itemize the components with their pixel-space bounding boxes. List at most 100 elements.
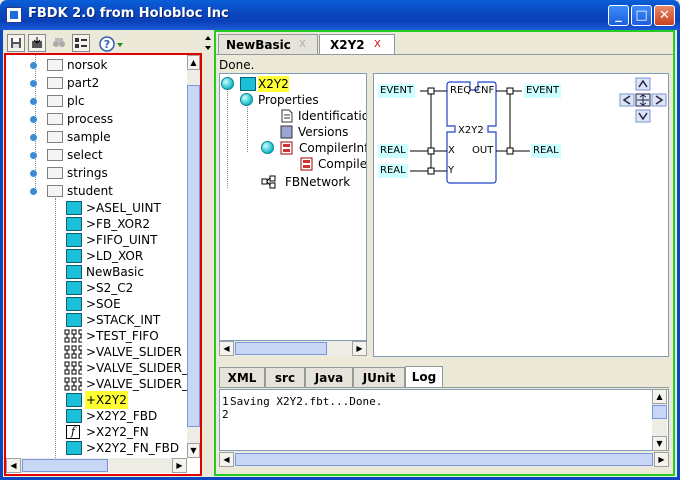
tab-xml[interactable]: XML xyxy=(219,367,265,387)
help-menu-button[interactable]: ? xyxy=(98,35,126,53)
scroll-right-icon[interactable]: ▶ xyxy=(172,458,187,473)
expand-handle-icon[interactable] xyxy=(30,134,37,141)
expand-handle-icon[interactable] xyxy=(30,98,37,105)
structure-horizontal-scrollbar[interactable]: ◀ ▶ xyxy=(219,341,367,356)
pan-navigation-control[interactable] xyxy=(618,77,668,127)
function-block-icon xyxy=(66,249,82,263)
status-text: Done. xyxy=(219,58,255,72)
scroll-thumb[interactable] xyxy=(652,405,667,419)
file-tree: norsok part2 plc process sample select s… xyxy=(6,55,188,458)
splitter[interactable] xyxy=(204,31,212,477)
event-input-type: EVENT xyxy=(378,84,416,98)
block-name-label: X2Y2 xyxy=(458,125,484,136)
scroll-left-icon[interactable]: ◀ xyxy=(219,341,234,356)
folder-icon xyxy=(47,131,63,143)
x-pin-label[interactable]: X xyxy=(446,144,457,158)
scroll-up-icon[interactable]: ▲ xyxy=(187,55,200,70)
scroll-thumb[interactable] xyxy=(235,342,327,355)
find-icon[interactable] xyxy=(50,34,68,52)
out-pin-label[interactable]: OUT xyxy=(470,144,495,158)
cnf-pin-label[interactable]: CNF xyxy=(472,84,496,98)
scroll-up-icon[interactable]: ▲ xyxy=(652,389,667,404)
scroll-down-icon[interactable]: ▼ xyxy=(652,436,667,451)
tree-horizontal-scrollbar[interactable]: ◀ ▶ xyxy=(6,458,187,473)
function-block-icon xyxy=(66,409,82,423)
real-input-type-y: REAL xyxy=(378,164,408,178)
scroll-thumb[interactable] xyxy=(235,453,653,466)
network-icon xyxy=(64,361,82,375)
scroll-right-icon[interactable]: ▶ xyxy=(352,341,367,356)
bottom-tab-underline xyxy=(219,387,669,388)
window-title: FBDK 2.0 from Holobloc Inc xyxy=(28,6,229,21)
expand-handle-icon[interactable] xyxy=(30,116,37,123)
function-block-icon xyxy=(66,201,82,215)
maximize-button[interactable]: □ xyxy=(631,5,652,26)
folder-icon xyxy=(47,95,63,107)
scroll-thumb[interactable] xyxy=(187,85,200,427)
tab-underline xyxy=(216,54,673,55)
function-icon: f xyxy=(66,425,80,439)
scroll-left-icon[interactable]: ◀ xyxy=(6,458,21,473)
log-line: Saving X2Y2.fbt...Done. xyxy=(230,395,383,408)
open-folder-icon xyxy=(47,185,63,197)
expand-handle-icon[interactable] xyxy=(30,152,37,159)
log-panel[interactable]: 1 2 Saving X2Y2.fbt...Done. xyxy=(219,389,669,451)
tab-close-icon[interactable]: X xyxy=(299,35,306,55)
req-pin-label[interactable]: REQ xyxy=(448,84,473,98)
collapse-handle-icon[interactable] xyxy=(30,188,37,195)
expand-handle-icon[interactable] xyxy=(221,77,234,90)
function-block-icon xyxy=(66,217,82,231)
tab-java[interactable]: Java xyxy=(305,367,353,387)
function-block-icon xyxy=(66,441,82,455)
log-vertical-scrollbar[interactable]: ▲ ▼ xyxy=(652,389,667,451)
log-horizontal-scrollbar[interactable]: ◀ ▶ xyxy=(219,452,669,467)
minimize-button[interactable]: _ xyxy=(608,5,629,26)
tab-junit[interactable]: JUnit xyxy=(353,367,405,387)
compiler-icon xyxy=(300,157,313,171)
function-block-icon xyxy=(66,281,82,295)
expand-handle-icon[interactable] xyxy=(30,170,37,177)
window-frame-left xyxy=(0,30,3,480)
network-icon xyxy=(64,377,82,391)
expand-handle-icon[interactable] xyxy=(240,93,253,106)
function-block-icon xyxy=(240,77,256,91)
y-pin-label[interactable]: Y xyxy=(446,164,456,178)
splitter[interactable] xyxy=(368,73,372,357)
function-block-icon xyxy=(66,233,82,247)
document-icon xyxy=(281,109,293,123)
tree-vertical-scrollbar[interactable]: ▲ ▼ xyxy=(187,55,200,458)
folder-icon xyxy=(47,59,63,71)
scroll-down-icon[interactable]: ▼ xyxy=(187,443,200,458)
event-output-type: EVENT xyxy=(524,84,562,98)
tab-close-icon[interactable]: X xyxy=(374,35,381,55)
tab-src[interactable]: src xyxy=(265,367,305,387)
expand-handle-icon[interactable] xyxy=(30,80,37,87)
app-icon xyxy=(6,7,22,23)
close-button[interactable]: ✕ xyxy=(654,5,675,26)
real-output-type: REAL xyxy=(531,144,561,158)
function-block-icon xyxy=(66,265,82,279)
save-icon[interactable] xyxy=(7,34,25,52)
properties-icon[interactable] xyxy=(72,34,90,52)
real-input-type-x: REAL xyxy=(378,144,408,158)
versions-icon xyxy=(280,125,293,139)
expand-handle-icon[interactable] xyxy=(30,62,37,69)
fb-diagram-canvas[interactable]: EVENT REQ CNF EVENT X2Y2 REAL X OUT REAL… xyxy=(373,73,669,357)
tab-newbasic[interactable]: NewBasic X xyxy=(218,34,318,54)
function-block-icon xyxy=(66,297,82,311)
scroll-left-icon[interactable]: ◀ xyxy=(219,452,234,467)
tab-x2y2[interactable]: X2Y2 X xyxy=(319,34,395,55)
folder-icon xyxy=(47,113,63,125)
log-line-number: 1 xyxy=(222,395,229,408)
folder-icon xyxy=(47,77,63,89)
structure-tree: X2Y2 Properties Identification Versions … xyxy=(219,73,367,341)
scroll-thumb[interactable] xyxy=(22,459,108,472)
tab-log[interactable]: Log xyxy=(405,366,443,388)
network-icon xyxy=(261,175,276,189)
expand-handle-icon[interactable] xyxy=(261,141,274,154)
network-icon xyxy=(64,329,82,343)
save-as-icon[interactable] xyxy=(28,34,46,52)
function-block-icon xyxy=(66,313,82,327)
scroll-right-icon[interactable]: ▶ xyxy=(654,452,669,467)
folder-icon xyxy=(47,149,63,161)
